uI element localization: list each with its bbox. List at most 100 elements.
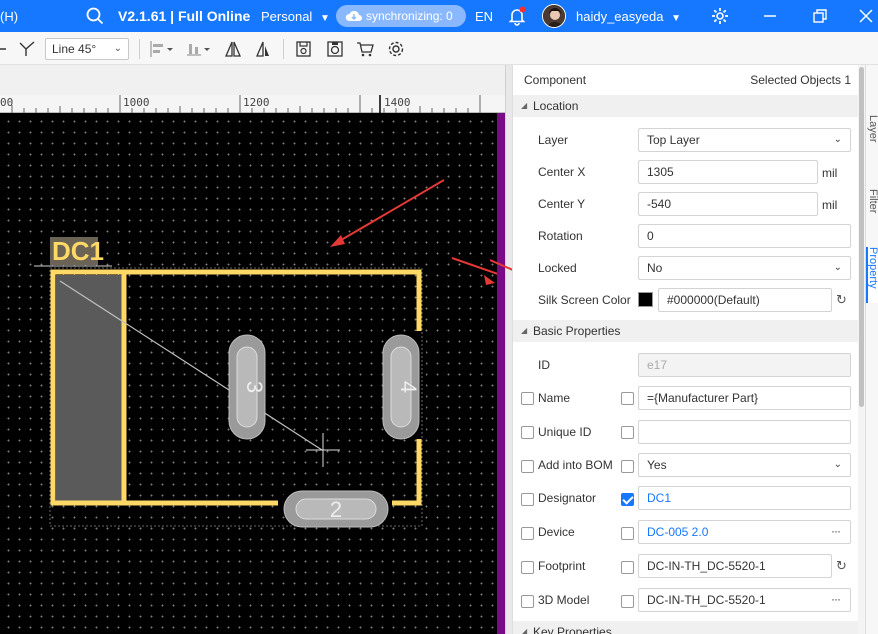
model3d-show-checkbox[interactable] — [521, 595, 534, 608]
center-x-label: Center X — [538, 165, 586, 179]
more-icon[interactable]: ··· — [831, 588, 841, 610]
name-show-checkbox[interactable] — [521, 392, 534, 405]
ruler-label: 1400 — [384, 96, 411, 109]
rotation-input[interactable]: 0 — [638, 224, 851, 248]
workspace-dropdown[interactable]: Personal ▼ — [261, 9, 330, 24]
ruler-label: 1200 — [243, 96, 270, 109]
device-value: DC-005 2.0 — [647, 525, 709, 539]
bom-value: Yes — [647, 458, 667, 472]
tab-filter[interactable]: Filter — [866, 189, 878, 225]
side-tabs: Layer Filter Property — [865, 65, 878, 634]
center-y-input[interactable]: -540 — [638, 192, 818, 216]
toolbar-divider — [283, 39, 284, 59]
flip-horizontal-icon[interactable] — [224, 40, 242, 58]
chevron-down-icon: ▼ — [319, 13, 330, 24]
footprint-show-checkbox[interactable] — [521, 561, 534, 574]
gear-icon[interactable] — [711, 7, 729, 28]
name-visible-checkbox[interactable] — [621, 392, 634, 405]
language-switch[interactable]: EN — [475, 9, 493, 24]
section-basic-properties[interactable]: ◢ Basic Properties — [513, 320, 858, 342]
bom-label: Add into BOM — [538, 458, 613, 472]
chevron-down-icon: ⌄ — [833, 459, 842, 470]
tab-layer[interactable]: Layer — [866, 115, 878, 155]
center-x-input[interactable]: 1305 — [638, 160, 818, 184]
footprint-input[interactable]: DC-IN-TH_DC-5520-1 — [638, 554, 832, 578]
line-mode-select[interactable]: Line 45° ⌄ — [45, 38, 129, 60]
layer-select[interactable]: Top Layer ⌄ — [638, 128, 851, 152]
model3d-value: DC-IN-TH_DC-5520-1 — [647, 593, 766, 607]
toolbar-divider — [139, 39, 140, 59]
cloud-sync-icon — [345, 8, 363, 31]
collapse-triangle-icon: ◢ — [521, 627, 528, 634]
locked-value: No — [647, 261, 663, 275]
locked-label: Locked — [538, 261, 577, 275]
package-icon[interactable] — [326, 40, 344, 58]
section-key-properties[interactable]: ◢ Key Properties — [513, 621, 858, 634]
dash-icon[interactable] — [0, 40, 14, 58]
user-menu[interactable]: haidy_easyeda ▼ — [576, 9, 681, 24]
unique-id-visible-checkbox[interactable] — [621, 426, 634, 439]
flip-vertical-icon[interactable] — [254, 40, 272, 58]
title-bar: (H) V2.1.61 | Full Online Personal ▼ syn… — [0, 0, 878, 32]
device-visible-checkbox[interactable] — [621, 527, 634, 540]
tab-property[interactable]: Property — [866, 247, 878, 303]
footprint-icon[interactable] — [295, 40, 313, 58]
scrollbar-thumb[interactable] — [859, 67, 864, 407]
silk-color-input[interactable]: #000000(Default) — [658, 288, 832, 312]
bom-visible-checkbox[interactable] — [621, 460, 634, 473]
unique-id-show-checkbox[interactable] — [521, 426, 534, 439]
restore-icon[interactable] — [810, 6, 830, 29]
search-icon[interactable] — [86, 7, 104, 28]
id-label: ID — [538, 358, 550, 372]
cart-icon[interactable] — [356, 40, 374, 58]
collapse-triangle-icon: ◢ — [521, 101, 528, 110]
name-input[interactable]: ={Manufacturer Part} — [638, 386, 851, 410]
footprint-visible-checkbox[interactable] — [621, 561, 634, 574]
device-show-checkbox[interactable] — [521, 527, 534, 540]
align-left-icon[interactable] — [149, 40, 173, 58]
layer-value: Top Layer — [647, 133, 700, 147]
sync-status-badge[interactable]: synchronizing: 0 — [336, 5, 466, 27]
model3d-visible-checkbox[interactable] — [621, 595, 634, 608]
bom-select[interactable]: Yes ⌄ — [638, 453, 851, 477]
chevron-down-icon: ⌄ — [833, 262, 842, 273]
pad-label: 3 — [242, 381, 267, 393]
minimize-icon[interactable] — [760, 6, 780, 29]
color-swatch[interactable] — [638, 292, 653, 307]
locked-select[interactable]: No ⌄ — [638, 256, 851, 280]
footprint-drawing: DC1 3 4 2 — [34, 179, 497, 528]
panel-scrollbar[interactable] — [858, 65, 865, 634]
chevron-down-icon: ▼ — [671, 13, 681, 24]
section-location[interactable]: ◢ Location — [513, 95, 858, 117]
board-edge — [497, 113, 505, 634]
designator-show-checkbox[interactable] — [521, 493, 534, 506]
pcb-canvas-area[interactable]: 00 1000 1200 1400 DC1 3 4 2 — [0, 65, 505, 634]
panel-header: Component Selected Objects 1 — [513, 65, 858, 93]
designator-input[interactable]: DC1 — [638, 486, 851, 510]
pcb-board[interactable]: DC1 3 4 2 — [0, 113, 497, 634]
line-mode-value: Line 45° — [52, 42, 97, 56]
avatar[interactable] — [542, 4, 566, 28]
section-title: Location — [533, 99, 579, 113]
collapse-triangle-icon: ◢ — [521, 326, 528, 335]
bell-icon[interactable] — [507, 6, 527, 29]
silk-color-label: Silk Screen Color — [538, 293, 631, 307]
route-angle-icon[interactable] — [18, 40, 36, 58]
refresh-icon[interactable]: ↻ — [836, 558, 847, 574]
device-input[interactable]: DC-005 2.0 ··· — [638, 520, 851, 544]
center-y-label: Center Y — [538, 197, 586, 211]
reset-icon[interactable]: ↻ — [836, 292, 847, 308]
designator-visible-checkbox[interactable] — [621, 493, 634, 506]
footprint-label: Footprint — [538, 559, 586, 573]
distribute-icon[interactable] — [186, 40, 210, 58]
close-icon[interactable] — [856, 6, 876, 29]
bom-show-checkbox[interactable] — [521, 460, 534, 473]
unique-id-input[interactable] — [638, 420, 851, 444]
panel-splitter[interactable] — [505, 65, 512, 634]
settings-icon[interactable] — [387, 40, 405, 58]
help-menu[interactable]: (H) — [0, 9, 18, 24]
model3d-input[interactable]: DC-IN-TH_DC-5520-1 ··· — [638, 588, 851, 612]
more-icon[interactable]: ··· — [831, 520, 841, 542]
selected-objects: Selected Objects 1 — [750, 73, 851, 87]
ruler-label: 1000 — [123, 96, 150, 109]
